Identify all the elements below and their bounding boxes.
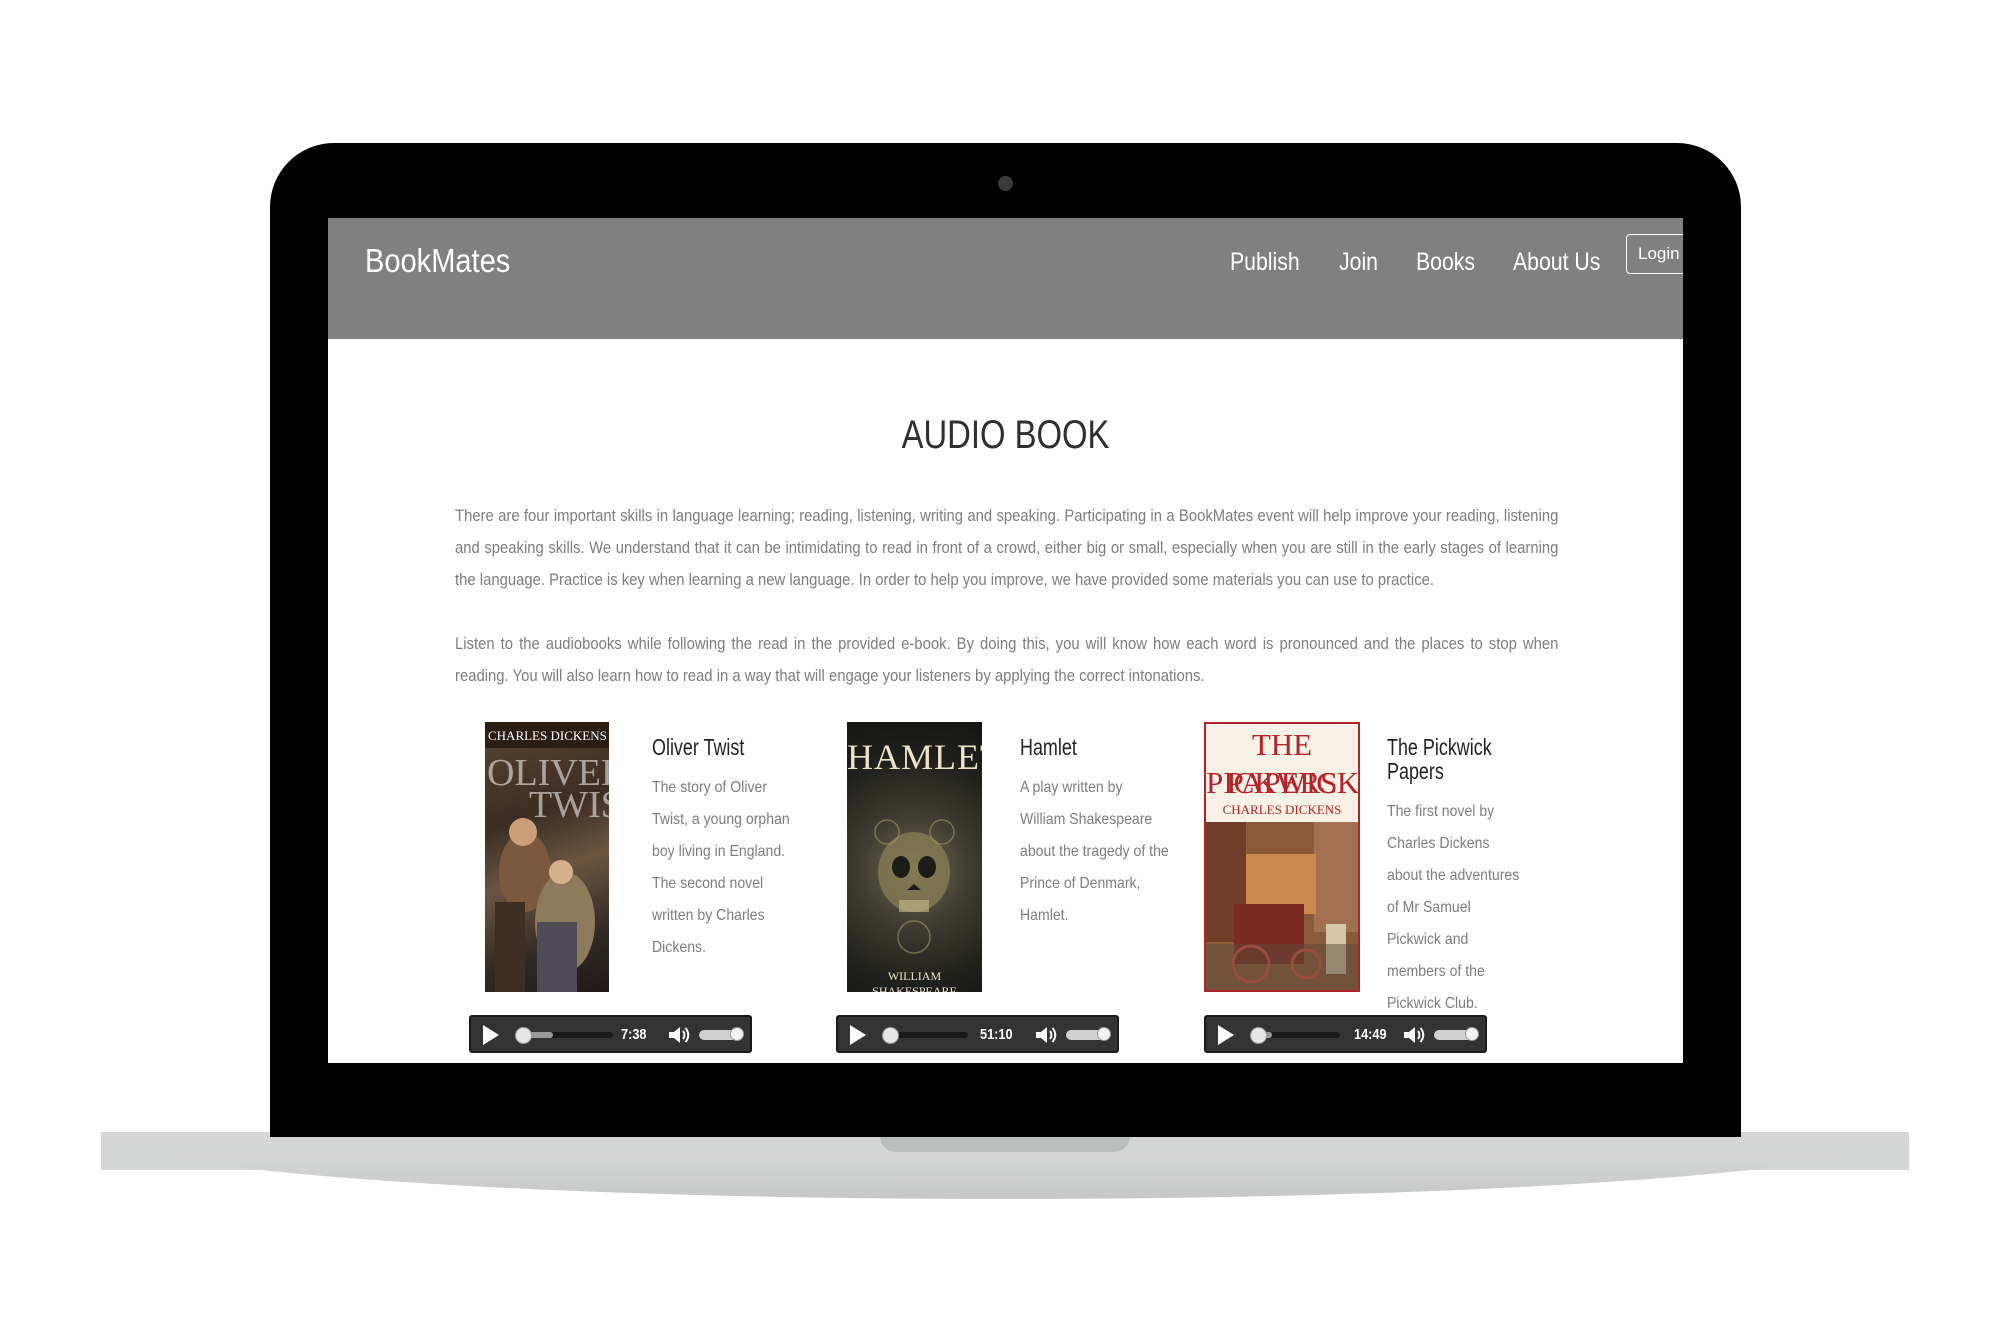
play-icon[interactable] — [1218, 1025, 1234, 1045]
volume-icon[interactable] — [667, 1024, 691, 1046]
cover-author: CHARLES DICKENS — [1222, 802, 1342, 817]
cover-author: WILLIAM SHAKESPEARE — [872, 969, 957, 992]
audio-player-hamlet: 51:10 — [836, 1015, 1119, 1053]
play-icon[interactable] — [483, 1025, 499, 1045]
book-title[interactable]: Oliver Twist — [652, 735, 744, 759]
volume-slider[interactable] — [1434, 1027, 1479, 1041]
book-cover-pickwick-papers[interactable]: THE PICKWICK PAPERS CHARLES DICKENS — [1204, 722, 1360, 992]
intro-paragraph-1: There are four important skills in langu… — [455, 507, 1559, 589]
book-title[interactable]: The Pickwick Papers — [1387, 735, 1504, 783]
duration-label: 14:49 — [1354, 1026, 1387, 1043]
volume-slider[interactable] — [699, 1027, 744, 1041]
nav-books[interactable]: Books — [1416, 248, 1475, 277]
book-description: The first novel by Charles Dickens about… — [1387, 803, 1520, 1012]
book-cover-hamlet[interactable]: HAMLET WILLIAM SHAKESPEARE — [847, 722, 982, 992]
progress-bar[interactable] — [515, 1027, 613, 1044]
volume-handle[interactable] — [1097, 1027, 1111, 1041]
cover-title-2: TWIST — [529, 784, 609, 826]
audio-player-pickwick-papers: 14:49 — [1204, 1015, 1487, 1053]
volume-icon[interactable] — [1034, 1024, 1058, 1046]
cover-title: HAMLET — [847, 737, 982, 777]
progress-bar[interactable] — [1250, 1027, 1340, 1044]
browser-viewport: BookMates Publish Join Books About Us Lo… — [328, 218, 1683, 1063]
progress-bar[interactable] — [882, 1027, 968, 1044]
progress-handle[interactable] — [515, 1027, 532, 1044]
brand-logo[interactable]: BookMates — [365, 242, 510, 280]
book-cover-oliver-twist[interactable]: CHARLES DICKENS OLIVER TWIST — [485, 722, 609, 992]
intro-paragraph-2: Listen to the audiobooks while following… — [455, 635, 1559, 685]
progress-handle[interactable] — [1250, 1027, 1267, 1044]
volume-icon[interactable] — [1402, 1024, 1426, 1046]
duration-label: 51:10 — [980, 1026, 1013, 1043]
cover-title-2: PAPERS — [1226, 765, 1338, 800]
duration-label: 7:38 — [621, 1026, 647, 1043]
volume-slider[interactable] — [1066, 1027, 1111, 1041]
camera-icon — [998, 176, 1013, 191]
audio-player-oliver-twist: 7:38 — [469, 1015, 752, 1053]
book-title[interactable]: Hamlet — [1020, 735, 1077, 759]
nav-about-us[interactable]: About Us — [1513, 248, 1600, 277]
progress-handle[interactable] — [882, 1027, 899, 1044]
login-button[interactable]: Login — [1626, 234, 1683, 274]
cover-author: CHARLES DICKENS — [488, 728, 607, 743]
play-icon[interactable] — [850, 1025, 866, 1045]
nav-join[interactable]: Join — [1339, 248, 1378, 277]
volume-handle[interactable] — [730, 1027, 744, 1041]
book-description: The story of Oliver Twist, a young orpha… — [652, 779, 790, 956]
nav-publish[interactable]: Publish — [1230, 248, 1300, 277]
book-description: A play written by William Shakespeare ab… — [1020, 779, 1169, 924]
site-header: BookMates Publish Join Books About Us Lo… — [328, 218, 1683, 339]
page-title: AUDIO BOOK — [901, 413, 1110, 457]
volume-handle[interactable] — [1465, 1027, 1479, 1041]
